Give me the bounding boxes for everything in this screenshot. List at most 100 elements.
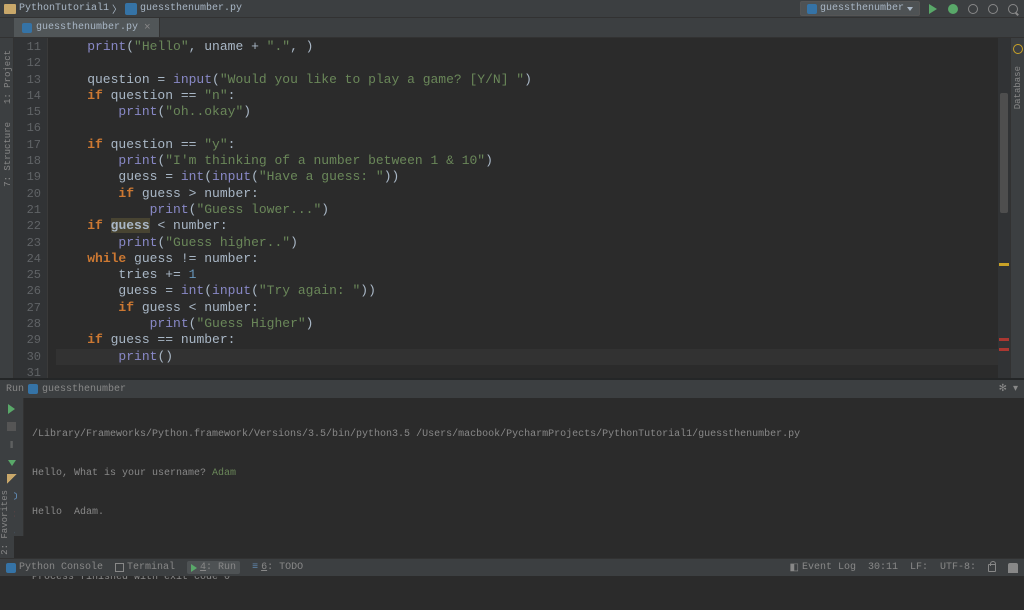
code-line[interactable]: if guess < number:	[56, 218, 998, 234]
scrollbar-thumb[interactable]	[1000, 93, 1008, 213]
tool-structure[interactable]: 7: Structure	[0, 118, 13, 191]
left-tool-strip: 1: Project 7: Structure	[0, 38, 14, 378]
tab-guessthenumber[interactable]: guessthenumber.py ×	[14, 18, 160, 37]
code-line[interactable]: tries += 1	[56, 267, 998, 283]
cursor-position: 30:11	[868, 562, 898, 573]
error-marker[interactable]	[999, 348, 1009, 351]
line-number: 24	[14, 251, 41, 267]
down-button[interactable]	[5, 460, 19, 466]
code-line[interactable]: print("Guess higher..")	[56, 235, 998, 251]
code-line[interactable]: if question == "n":	[56, 88, 998, 104]
code-line[interactable]: print()	[56, 349, 998, 365]
pause-button[interactable]: ‖	[5, 439, 19, 452]
tool-favorites[interactable]: 2: Favorites	[0, 487, 10, 558]
line-number: 20	[14, 186, 41, 202]
code-line[interactable]: if guess > number:	[56, 186, 998, 202]
status-bar: Python Console Terminal 44: Run: Run ≡ 6…	[0, 558, 1024, 576]
output-user-input: Adam	[212, 468, 236, 479]
code-line[interactable]: guess = int(input("Have a guess: "))	[56, 169, 998, 185]
line-number: 19	[14, 169, 41, 185]
code-line[interactable]: guess = int(input("Try again: "))	[56, 283, 998, 299]
lock-icon[interactable]	[988, 564, 996, 572]
line-number: 15	[14, 104, 41, 120]
code-line[interactable]	[56, 55, 998, 71]
run-console-output[interactable]: /Library/Frameworks/Python.framework/Ver…	[24, 398, 1024, 536]
python-file-icon	[807, 4, 817, 14]
tab-label: guessthenumber.py	[36, 22, 138, 33]
tool-terminal[interactable]: Terminal	[115, 562, 175, 573]
debug-button[interactable]	[946, 2, 960, 16]
python-file-icon	[28, 384, 38, 394]
line-number: 22	[14, 218, 41, 234]
breadcrumb-project[interactable]: PythonTutorial1	[19, 3, 109, 14]
run-config-selector[interactable]: guessthenumber	[800, 1, 920, 16]
play-icon	[8, 404, 15, 414]
line-number: 16	[14, 120, 41, 136]
run-header-title: Run	[6, 384, 24, 395]
code-line[interactable]: while guess != number:	[56, 251, 998, 267]
code-editor[interactable]: 1112131415161718192021222324252627282930…	[14, 38, 1010, 378]
run-tool-window: Run guessthenumber ✻ ▾ ‖ × ? /Library/Fr…	[0, 378, 1024, 536]
line-number: 12	[14, 55, 41, 71]
event-log[interactable]: ◧ Event Log	[789, 562, 855, 574]
line-number: 26	[14, 283, 41, 299]
editor-scrollbar[interactable]	[998, 38, 1010, 378]
close-icon[interactable]: ×	[144, 22, 151, 34]
code-line[interactable]: question = input("Would you like to play…	[56, 72, 998, 88]
code-line[interactable]: print("Guess Higher")	[56, 316, 998, 332]
tool-todo[interactable]: ≡ 6: TODO	[252, 562, 303, 573]
inspection-icon[interactable]	[1013, 44, 1023, 54]
code-line[interactable]: print("I'm thinking of a number between …	[56, 153, 998, 169]
hector-icon[interactable]	[1008, 563, 1018, 573]
editor-tabs: guessthenumber.py ×	[0, 18, 1024, 38]
bug-icon	[948, 4, 958, 14]
code-line[interactable]: if question == "y":	[56, 137, 998, 153]
output-path: /Library/Frameworks/Python.framework/Ver…	[32, 428, 1016, 441]
line-number: 23	[14, 235, 41, 251]
folder-icon	[4, 4, 16, 14]
tool-database[interactable]: Database	[1013, 62, 1023, 113]
breadcrumb-file[interactable]: guessthenumber.py	[140, 3, 242, 14]
code-line[interactable]	[56, 120, 998, 136]
play-icon	[929, 4, 937, 14]
settings-icon[interactable]: ✻ ▾	[999, 383, 1018, 395]
tool-project[interactable]: 1: Project	[0, 46, 13, 108]
terminal-icon	[115, 563, 124, 572]
error-marker[interactable]	[999, 338, 1009, 341]
run-config-label: guessthenumber	[820, 3, 904, 14]
rerun-button[interactable]	[5, 404, 19, 414]
run-header-config: guessthenumber	[42, 384, 126, 395]
vcs-button[interactable]	[986, 2, 1000, 16]
stop-button[interactable]	[5, 422, 19, 431]
line-number: 17	[14, 137, 41, 153]
code-line[interactable]: print("Hello", uname + ".", )	[56, 39, 998, 55]
line-number: 27	[14, 300, 41, 316]
line-number: 18	[14, 153, 41, 169]
tool-python-console[interactable]: Python Console	[6, 562, 103, 573]
code-line[interactable]: print("Guess lower...")	[56, 202, 998, 218]
code-line[interactable]	[56, 365, 998, 381]
output-line: Hello Adam.	[32, 506, 1016, 519]
line-number: 31	[14, 365, 41, 381]
code-line[interactable]: if guess < number:	[56, 300, 998, 316]
line-separator[interactable]: LF:	[910, 562, 928, 573]
chevron-down-icon	[907, 7, 913, 11]
python-file-icon	[22, 23, 32, 33]
line-number: 28	[14, 316, 41, 332]
line-number: 11	[14, 39, 41, 55]
search-everywhere-button[interactable]	[1006, 2, 1020, 16]
code-line[interactable]: print("oh..okay")	[56, 104, 998, 120]
run-button[interactable]	[926, 2, 940, 16]
file-encoding[interactable]: UTF-8:	[940, 562, 976, 573]
python-icon	[6, 563, 16, 573]
warning-marker[interactable]	[999, 263, 1009, 266]
down-icon	[8, 460, 16, 466]
stop-button[interactable]	[966, 2, 980, 16]
edit-button[interactable]	[5, 474, 19, 484]
code-area[interactable]: print("Hello", uname + ".", ) question =…	[48, 38, 998, 378]
line-number: 25	[14, 267, 41, 283]
line-number: 13	[14, 72, 41, 88]
play-icon	[191, 564, 197, 572]
code-line[interactable]: if guess == number:	[56, 332, 998, 348]
tool-run[interactable]: 44: Run: Run	[187, 561, 240, 574]
